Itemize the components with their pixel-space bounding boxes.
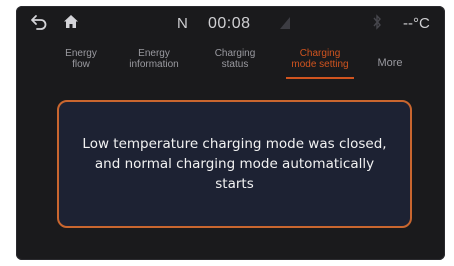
bluetooth-icon [372, 14, 382, 35]
signal-icon [279, 16, 291, 35]
status-bar: N 00:08 --°C [16, 6, 445, 42]
tab-charging-mode-setting[interactable]: Charging mode setting [282, 48, 358, 70]
tab-more[interactable]: More [370, 58, 410, 69]
clock-time: 00:08 [208, 15, 251, 32]
tab-energy-flow[interactable]: Energy flow [56, 48, 106, 70]
tab-charging-status[interactable]: Charging status [207, 48, 263, 70]
tab-bar: Energy flow Energy information Charging … [16, 44, 445, 84]
home-icon[interactable] [63, 14, 79, 34]
head-unit-screen: N 00:08 --°C Energy flow Energy informat… [16, 6, 445, 260]
outside-temperature: --°C [403, 15, 430, 32]
notification-dialog[interactable]: Low temperature charging mode was closed… [57, 100, 412, 228]
dialog-message: Low temperature charging mode was closed… [82, 136, 387, 192]
tab-energy-information[interactable]: Energy information [119, 48, 189, 70]
back-arrow-icon[interactable] [30, 14, 48, 35]
active-tab-underline [286, 77, 354, 79]
gear-indicator: N [177, 15, 188, 32]
